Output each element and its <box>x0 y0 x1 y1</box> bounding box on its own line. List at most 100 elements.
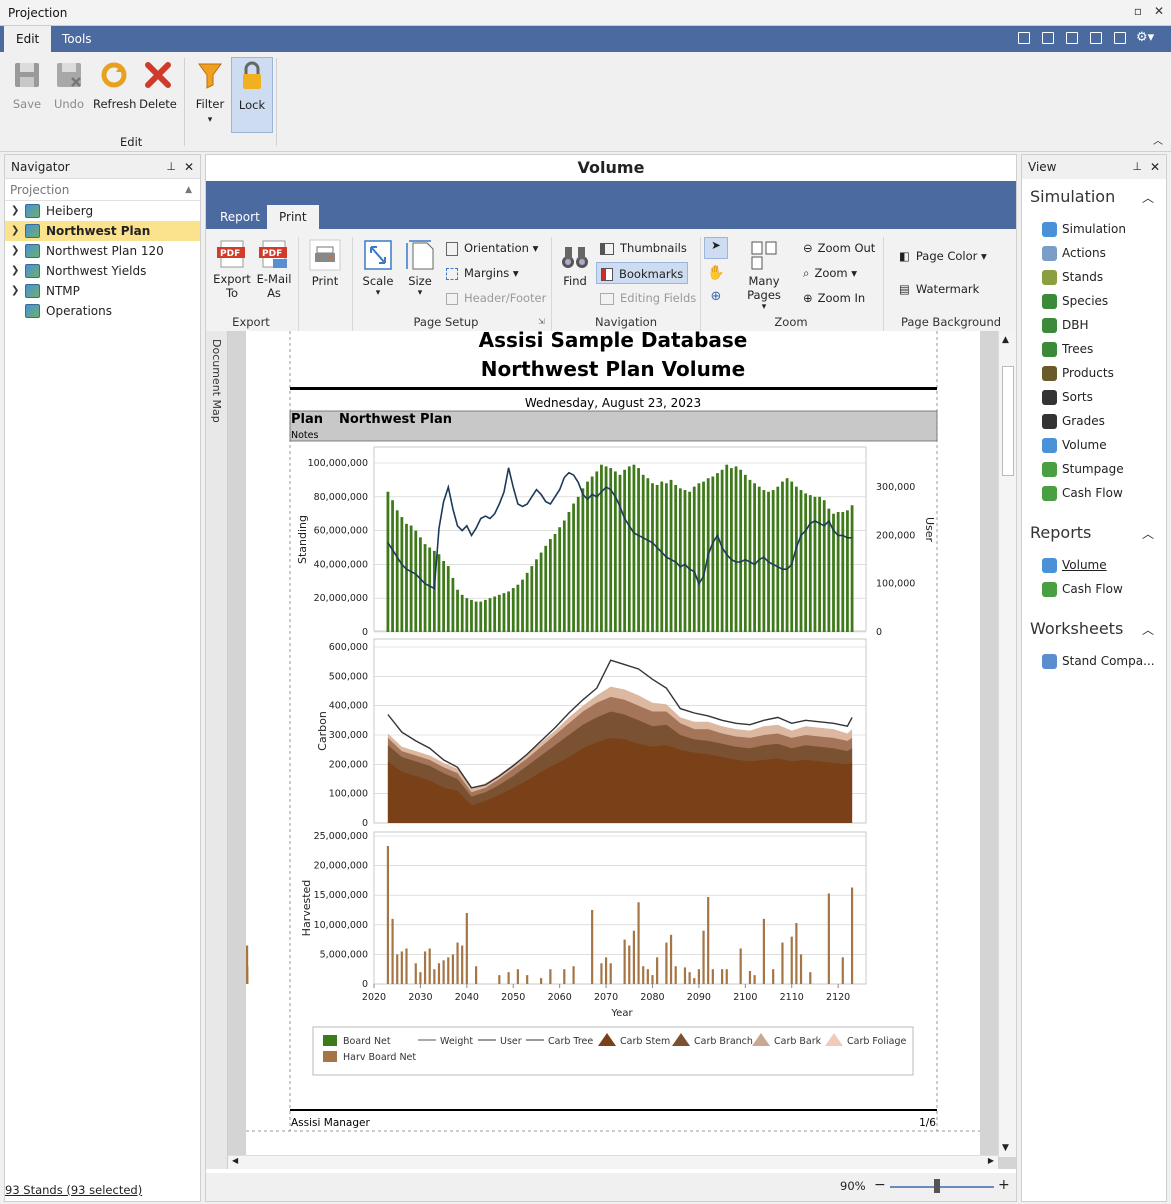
collapse-ribbon-icon[interactable]: ︿ <box>1153 132 1163 147</box>
view-item[interactable]: Volume <box>1022 433 1166 457</box>
many-pages-button[interactable]: Many Pages ▾ <box>732 239 796 312</box>
vertical-scrollbar[interactable]: ▲ ▼ <box>998 331 1016 1157</box>
view-item[interactable]: Stumpage <box>1022 457 1166 481</box>
zoom-out-button[interactable]: ⊖ Zoom Out <box>803 237 875 259</box>
layout-icon-1[interactable] <box>1018 32 1030 44</box>
bookmarks-button[interactable]: Bookmarks <box>596 262 689 284</box>
margins-button[interactable]: Margins ▾ <box>446 262 519 284</box>
dialog-launcher-icon[interactable]: ⇲ <box>538 317 545 326</box>
zoom-status-bar: 90% − + <box>206 1173 1016 1201</box>
scroll-right-icon[interactable]: ▶ <box>988 1156 994 1165</box>
horizontal-scrollbar[interactable]: ◀ ▶ <box>228 1155 998 1169</box>
scroll-left-icon[interactable]: ◀ <box>232 1156 238 1165</box>
tab-report[interactable]: Report <box>211 205 269 229</box>
zoom-slider[interactable] <box>890 1186 994 1188</box>
view-item[interactable]: Products <box>1022 361 1166 385</box>
expand-icon[interactable]: ❯ <box>11 201 19 221</box>
view-item[interactable]: Simulation <box>1022 217 1166 241</box>
zoom-dropdown-button[interactable]: ⌕ Zoom ▾ <box>803 262 857 284</box>
view-item[interactable]: Species <box>1022 289 1166 313</box>
zoom-slider-thumb[interactable] <box>933 1179 940 1193</box>
refresh-button[interactable]: Refresh <box>93 60 136 111</box>
collapse-icon[interactable]: ︿ <box>1142 189 1154 206</box>
expand-icon[interactable]: ❯ <box>11 221 19 241</box>
tree-item[interactable]: ❯ Heiberg <box>5 201 200 221</box>
page-color-button[interactable]: ◧ Page Color ▾ <box>899 245 987 267</box>
restore-icon[interactable]: ▫ <box>1130 4 1146 20</box>
expand-icon[interactable]: ❯ <box>11 261 19 281</box>
view-section-header[interactable]: Simulation ︿ <box>1022 179 1166 217</box>
lock-button[interactable]: Lock <box>231 57 273 133</box>
layout-icon-2[interactable] <box>1042 32 1054 44</box>
settings-icon[interactable]: ⚙▾ <box>1136 30 1154 45</box>
pin-icon[interactable]: ⊥ <box>1132 155 1142 179</box>
view-item[interactable]: DBH <box>1022 313 1166 337</box>
tree-item[interactable]: ❯ Northwest Plan 120 <box>5 241 200 261</box>
orientation-button[interactable]: Orientation ▾ <box>446 237 538 259</box>
filter-button[interactable]: Filter ▾ <box>189 60 231 125</box>
zoom-in-button[interactable]: ⊕ Zoom In <box>803 287 865 309</box>
view-item[interactable]: Stands <box>1022 265 1166 289</box>
tree-item[interactable]: Operations <box>5 301 200 321</box>
tab-edit[interactable]: Edit <box>4 26 52 52</box>
tab-print[interactable]: Print <box>267 205 319 229</box>
y-tick-label: 200,000 <box>329 759 368 770</box>
view-item[interactable]: Volume <box>1022 553 1166 577</box>
view-item[interactable]: Cash Flow <box>1022 577 1166 601</box>
scale-button[interactable]: Scale ▾ <box>360 239 396 298</box>
view-section-header[interactable]: Reports ︿ <box>1022 515 1166 553</box>
bar-harv-board-net <box>391 918 394 984</box>
close-icon[interactable]: ✕ <box>1150 155 1160 179</box>
collapse-icon[interactable]: ︿ <box>1142 621 1154 638</box>
save-button[interactable]: Save <box>6 60 48 111</box>
watermark-button[interactable]: ▤ Watermark <box>899 278 979 300</box>
pin-icon[interactable]: ⊥ <box>166 155 176 179</box>
layout-icon-4[interactable] <box>1090 32 1102 44</box>
y-tick-label: 100,000,000 <box>308 458 368 469</box>
scroll-down-icon[interactable]: ▼ <box>1002 1143 1009 1153</box>
tree-item[interactable]: ❯ NTMP <box>5 281 200 301</box>
export-to-button[interactable]: PDF Export To <box>212 239 252 300</box>
status-text[interactable]: 93 Stands (93 selected) <box>5 1183 142 1197</box>
collapse-icon[interactable]: ︿ <box>1142 525 1154 542</box>
pointer-tool-button[interactable]: ➤ <box>704 237 728 259</box>
bar-harv-board-net <box>447 957 450 984</box>
find-button[interactable]: Find <box>556 241 594 288</box>
tree-item[interactable]: ❯ Northwest Plan <box>5 221 200 241</box>
expand-icon[interactable]: ❯ <box>11 281 19 301</box>
zoom-minus-icon[interactable]: − <box>874 1177 886 1193</box>
popout-icon[interactable] <box>1114 32 1126 44</box>
tab-tools[interactable]: Tools <box>50 26 104 52</box>
header-footer-button[interactable]: Header/Footer <box>446 287 546 309</box>
size-button[interactable]: Size ▾ <box>403 239 437 298</box>
bar-harv-board-net <box>563 969 566 984</box>
scroll-thumb[interactable] <box>1002 366 1014 476</box>
view-item[interactable]: Actions <box>1022 241 1166 265</box>
undo-button[interactable]: Undo <box>48 60 90 111</box>
email-as-button[interactable]: PDF E-Mail As <box>254 239 294 300</box>
view-item[interactable]: Grades <box>1022 409 1166 433</box>
document-tab-strip: Report Print <box>206 181 1016 229</box>
scroll-up-icon[interactable]: ▲ <box>1002 335 1009 345</box>
view-item[interactable]: Stand Compa... <box>1022 649 1166 673</box>
expand-icon[interactable]: ❯ <box>11 241 19 261</box>
navigator-column-header[interactable]: Projection ▲ <box>5 179 200 201</box>
delete-button[interactable]: Delete <box>137 60 179 111</box>
view-item[interactable]: Trees <box>1022 337 1166 361</box>
close-icon[interactable]: ✕ <box>184 155 194 179</box>
tree-item[interactable]: ❯ Northwest Yields <box>5 261 200 281</box>
document-map-sidebar[interactable]: Document Map <box>206 331 228 1169</box>
close-icon[interactable]: ✕ <box>1151 4 1167 20</box>
layout-icon-3[interactable] <box>1066 32 1078 44</box>
editing-fields-button[interactable]: Editing Fields <box>600 287 696 309</box>
sort-icon[interactable]: ▲ <box>185 179 192 201</box>
bar-harv-board-net <box>790 936 793 984</box>
thumbnails-button[interactable]: Thumbnails <box>600 237 687 259</box>
hand-tool-button[interactable]: ✋ <box>706 265 726 285</box>
view-item[interactable]: Cash Flow <box>1022 481 1166 505</box>
print-button[interactable]: Print <box>307 239 343 288</box>
view-section-header[interactable]: Worksheets ︿ <box>1022 611 1166 649</box>
zoom-plus-icon[interactable]: + <box>998 1177 1010 1193</box>
view-item[interactable]: Sorts <box>1022 385 1166 409</box>
magnifier-tool-button[interactable]: ⊕ <box>706 289 726 309</box>
